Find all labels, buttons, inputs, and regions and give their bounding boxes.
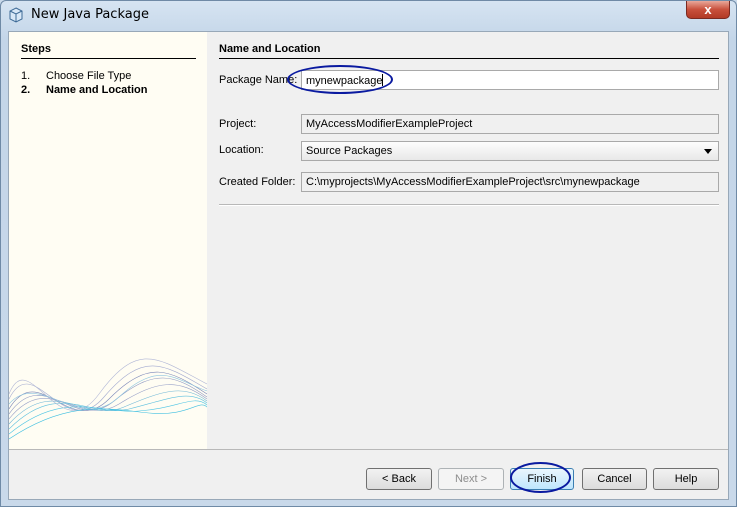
package-name-value: mynewpackage: [306, 75, 383, 87]
chevron-down-icon: [704, 149, 712, 154]
next-button[interactable]: Next >: [438, 468, 504, 490]
created-folder-field[interactable]: C:\myprojects\MyAccessModifierExamplePro…: [301, 172, 719, 192]
created-folder-label: Created Folder:: [219, 176, 296, 188]
dialog-client-area: Steps 1. Choose File Type 2. Name and Loca…: [8, 31, 729, 500]
location-label: Location:: [219, 144, 264, 156]
help-button[interactable]: Help: [653, 468, 719, 490]
dialog-window: New Java Package x Steps 1. Choose File T…: [0, 0, 737, 507]
window-title: New Java Package: [31, 7, 149, 22]
location-value: Source Packages: [306, 145, 393, 157]
form-separator: [219, 204, 719, 206]
panel-title: Name and Location: [219, 43, 321, 55]
package-name-input[interactable]: mynewpackage: [301, 70, 719, 90]
step-name-and-location: 2. Name and Location: [21, 84, 147, 96]
finish-button[interactable]: Finish: [510, 468, 574, 490]
steps-title: Steps: [21, 43, 51, 55]
created-folder-value: C:\myprojects\MyAccessModifierExamplePro…: [306, 176, 640, 188]
steps-panel: Steps 1. Choose File Type 2. Name and Loca…: [9, 32, 207, 449]
title-bar[interactable]: New Java Package x: [1, 1, 736, 29]
project-field[interactable]: MyAccessModifierExampleProject: [301, 114, 719, 134]
panel-title-divider: [219, 58, 719, 59]
step-label: Name and Location: [46, 84, 148, 96]
project-label: Project:: [219, 118, 257, 130]
cancel-button[interactable]: Cancel: [582, 468, 647, 490]
step-label: Choose File Type: [46, 70, 132, 82]
back-button[interactable]: < Back: [366, 468, 432, 490]
step-number: 1.: [21, 70, 31, 82]
location-dropdown[interactable]: Source Packages: [301, 141, 719, 161]
java-package-icon: [9, 7, 23, 23]
project-value: MyAccessModifierExampleProject: [306, 118, 473, 130]
steps-divider: [21, 58, 196, 59]
close-icon: x: [704, 2, 712, 17]
text-caret: [382, 74, 384, 86]
close-button[interactable]: x: [686, 1, 730, 19]
button-bar-separator: [9, 449, 728, 450]
step-choose-file-type: 1. Choose File Type: [21, 70, 131, 82]
step-number: 2.: [21, 84, 31, 96]
package-name-label: Package Name:: [219, 74, 298, 86]
decorative-waves-graphic: [9, 358, 207, 440]
